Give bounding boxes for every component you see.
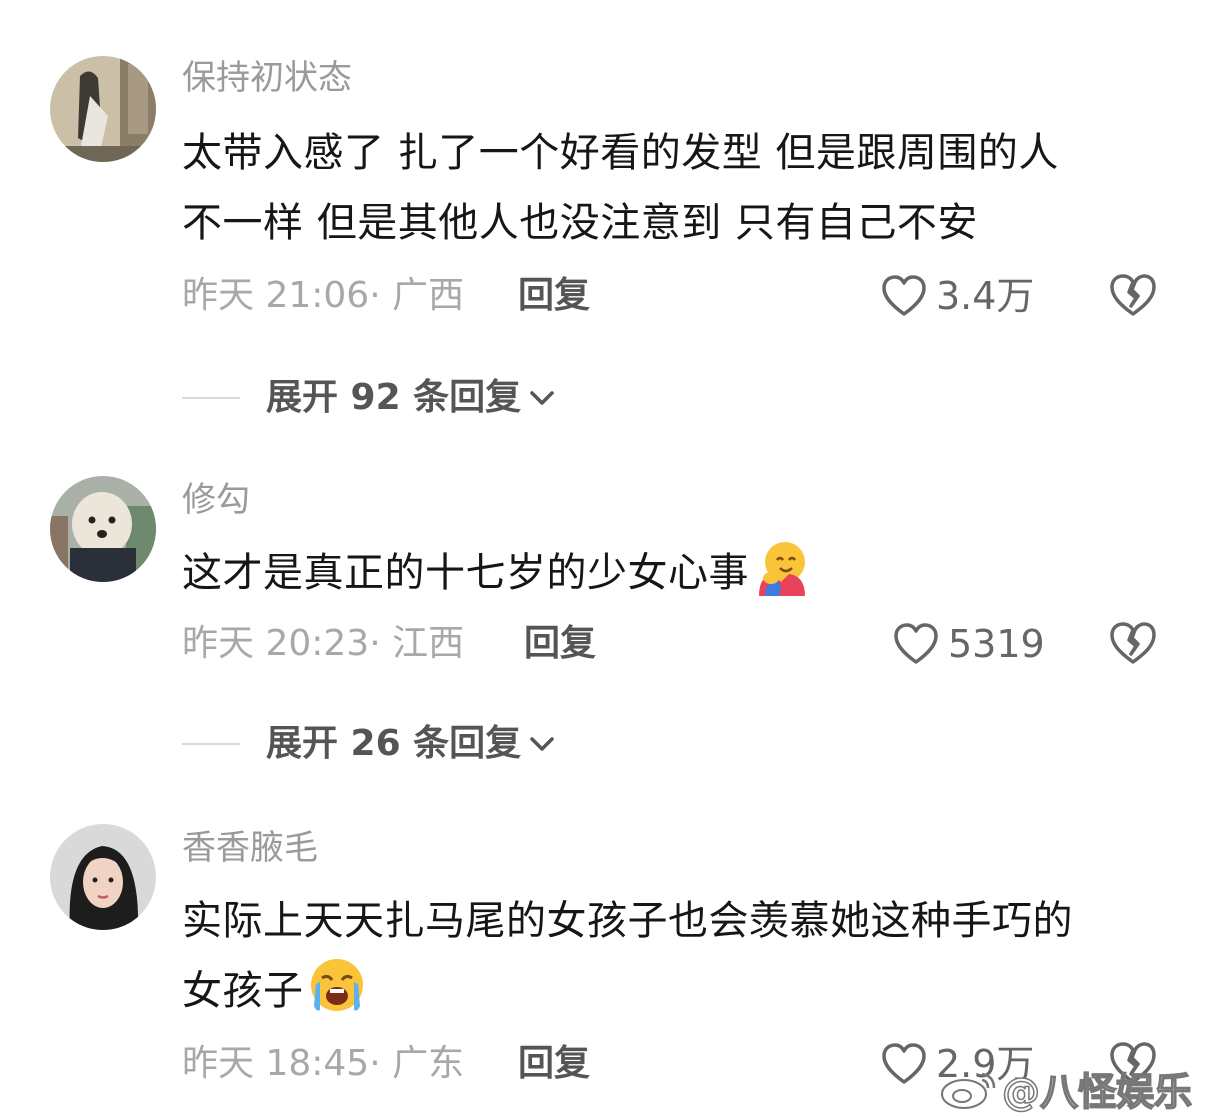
chevron-down-icon — [530, 391, 554, 405]
expand-replies-label: 展开 92 条回复 — [266, 377, 522, 418]
username[interactable]: 保持初状态 — [182, 56, 352, 100]
comment-meta: 昨天 21:06· 广西 — [182, 275, 465, 316]
username[interactable]: 修勾 — [182, 478, 250, 522]
reply-button[interactable]: 回复 — [524, 622, 596, 666]
heart-outline-icon — [882, 1043, 926, 1084]
hugging-face-emoji — [759, 542, 805, 596]
expand-replies-button[interactable]: 展开 92 条回复 — [182, 376, 557, 420]
like-count: 5319 — [948, 622, 1045, 666]
avatar[interactable] — [50, 824, 156, 930]
avatar[interactable] — [50, 476, 156, 582]
watermark: @八怪娱乐 — [938, 1061, 1193, 1116]
comment-line: 不一样 但是其他人也没注意到 只有自己不安 — [182, 200, 978, 246]
comment-line: 太带入感了 扎了一个好看的发型 但是跟周围的人 — [182, 130, 1059, 176]
comment-line-text: 女孩子 — [182, 968, 304, 1014]
expand-replies-label: 展开 26 条回复 — [266, 723, 522, 764]
heart-outline-icon — [894, 623, 938, 664]
reply-button[interactable]: 回复 — [518, 274, 590, 318]
username[interactable]: 香香腋毛 — [182, 826, 318, 870]
comment-meta: 昨天 18:45· 广东 — [182, 1043, 465, 1084]
reply-button[interactable]: 回复 — [518, 1042, 590, 1086]
comment-text: 实际上天天扎马尾的女孩子也会羡慕她这种手巧的 女孩子 — [182, 886, 1172, 1026]
like-count: 3.4万 — [936, 274, 1035, 318]
comment-line: 这才是真正的十七岁的少女心事 — [182, 538, 1172, 608]
watermark-text: @八怪娱乐 — [1001, 1069, 1193, 1115]
weibo-logo-icon — [940, 1072, 996, 1109]
comment-line: 女孩子 — [182, 956, 1172, 1026]
comment-text: 太带入感了 扎了一个好看的发型 但是跟周围的人 不一样 但是其他人也没注意到 只… — [182, 118, 1172, 258]
broken-heart-icon[interactable] — [1108, 272, 1158, 318]
comment-text: 这才是真正的十七岁的少女心事 — [182, 538, 1172, 608]
comment-line: 实际上天天扎马尾的女孩子也会羡慕她这种手巧的 — [182, 898, 1073, 944]
comment-line-text: 这才是真正的十七岁的少女心事 — [182, 550, 749, 596]
like-button[interactable]: 5319 — [892, 622, 1045, 666]
avatar[interactable] — [50, 56, 156, 162]
chevron-down-icon — [530, 737, 554, 751]
expand-replies-button[interactable]: 展开 26 条回复 — [182, 722, 557, 766]
divider-line — [182, 397, 240, 399]
heart-outline-icon — [882, 275, 926, 316]
divider-line — [182, 743, 240, 745]
comment-meta: 昨天 20:23· 江西 — [182, 623, 465, 664]
loudly-crying-face-emoji — [310, 959, 363, 1011]
like-button[interactable]: 3.4万 — [880, 274, 1034, 318]
broken-heart-icon[interactable] — [1108, 620, 1158, 666]
